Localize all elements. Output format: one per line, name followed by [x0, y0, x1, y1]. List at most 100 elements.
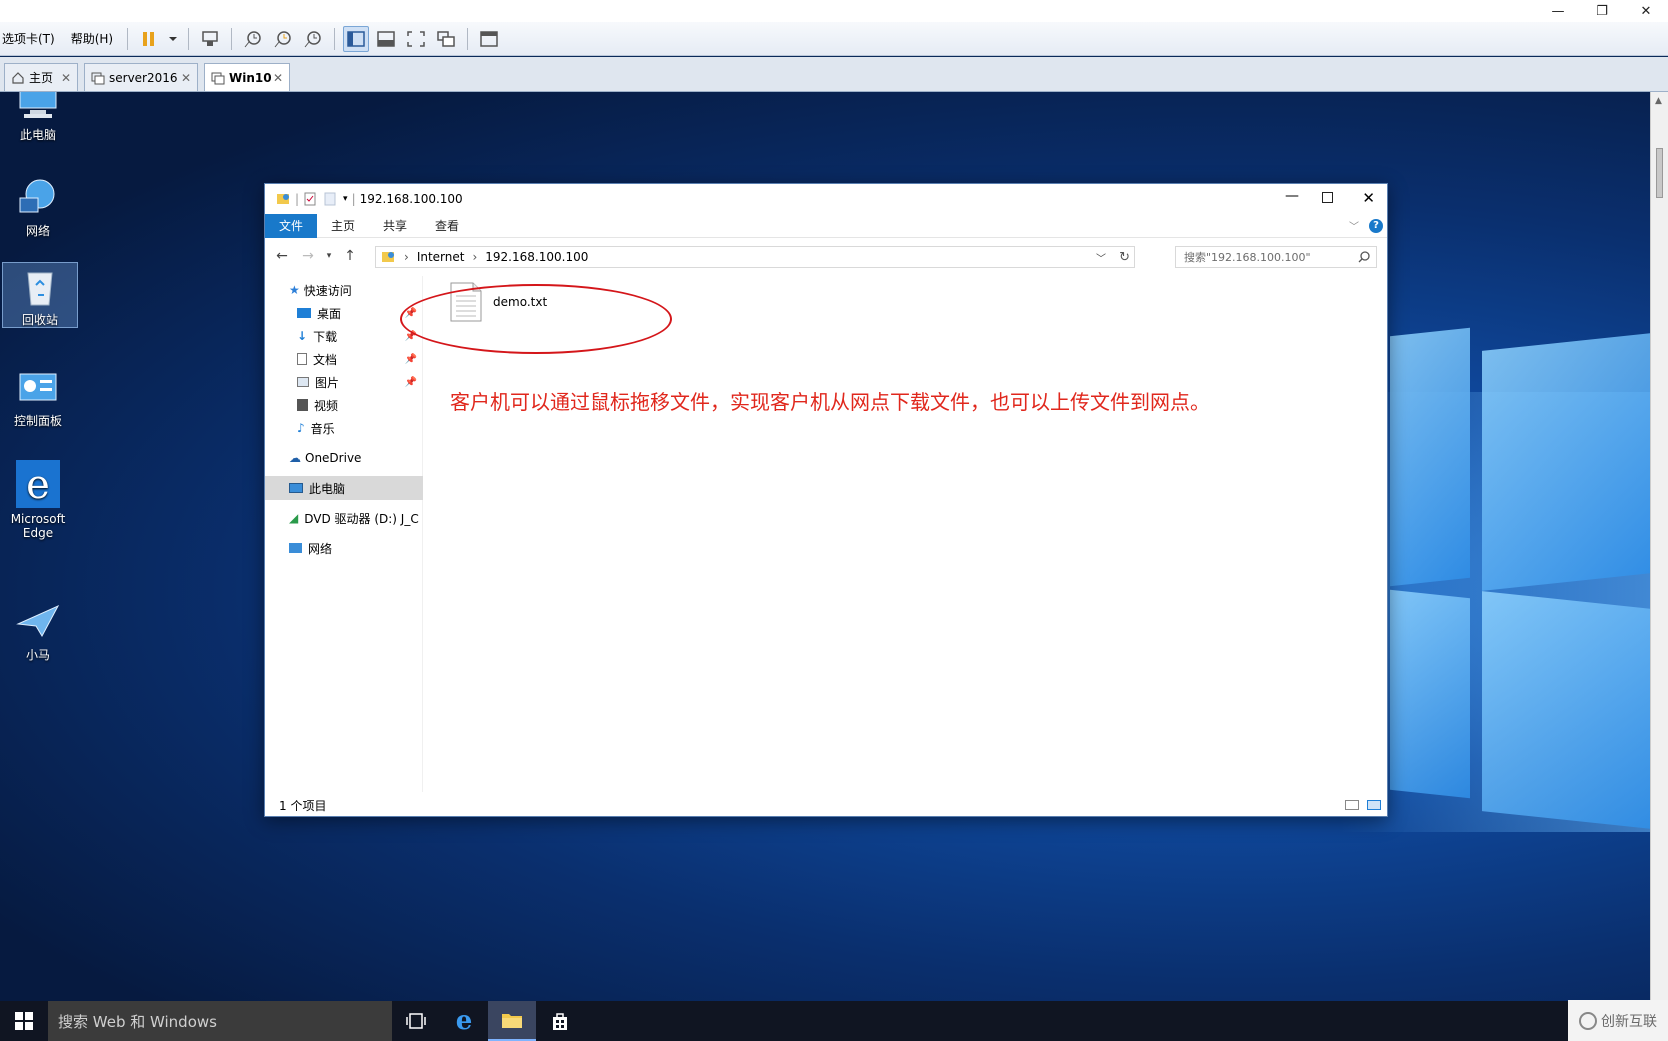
host-close-button[interactable]: ✕: [1624, 0, 1668, 22]
tab-close-icon[interactable]: ✕: [61, 71, 71, 85]
maximize-button[interactable]: [1322, 192, 1333, 203]
recent-dropdown-icon[interactable]: ▾: [321, 251, 337, 261]
scroll-thumb[interactable]: [1656, 148, 1663, 198]
desktop-icon-this-pc[interactable]: 此电脑: [0, 92, 76, 143]
search-input[interactable]: 搜索"192.168.100.100": [1175, 246, 1377, 268]
tab-close-icon[interactable]: ✕: [273, 71, 283, 85]
revert-snapshot-icon[interactable]: [270, 26, 296, 52]
snapshot-icon[interactable]: [240, 26, 266, 52]
nav-label: 文档: [313, 352, 338, 367]
paper-plane-icon: [16, 604, 60, 638]
network-icon: [19, 179, 55, 213]
address-box[interactable]: › Internet › 192.168.100.100 ﹀ ↻: [375, 246, 1135, 268]
refresh-icon[interactable]: ↻: [1119, 250, 1130, 265]
computer-icon: [19, 92, 57, 118]
large-icons-view-icon[interactable]: [1367, 800, 1381, 810]
send-keys-icon[interactable]: [197, 26, 223, 52]
taskbar-search-box[interactable]: 搜索 Web 和 Windows: [48, 1001, 392, 1041]
vm-scrollbar[interactable]: ▲: [1650, 92, 1668, 1001]
desktop-icon-label: Microsoft Edge: [10, 512, 66, 540]
desktop-icon-label: 此电脑: [19, 128, 56, 142]
download-icon: ↓: [297, 329, 308, 343]
nav-this-pc[interactable]: 此电脑: [265, 476, 423, 500]
tab-label: 主页: [29, 71, 54, 85]
unity-icon[interactable]: [433, 26, 459, 52]
desktop-icon-recycle-bin[interactable]: 回收站: [2, 262, 78, 328]
nav-desktop[interactable]: 桌面 📌: [265, 301, 423, 325]
forward-arrow-icon[interactable]: →: [295, 248, 321, 264]
scroll-up-icon[interactable]: ▲: [1655, 96, 1662, 106]
ribbon-tab-share[interactable]: 共享: [369, 214, 421, 238]
taskbar-store-button[interactable]: [536, 1001, 584, 1041]
properties-icon[interactable]: [303, 192, 317, 206]
console-view-icon[interactable]: [373, 26, 399, 52]
store-icon: [553, 1013, 567, 1030]
help-icon[interactable]: ?: [1369, 218, 1383, 233]
pin-icon[interactable]: 📌: [405, 354, 417, 365]
menu-help[interactable]: 帮助(H): [63, 30, 121, 47]
nav-dvd-drive[interactable]: ◢ DVD 驱动器 (D:) J_C: [265, 506, 423, 530]
taskbar-edge-button[interactable]: e: [440, 1001, 488, 1041]
host-minimize-button[interactable]: —: [1536, 0, 1580, 22]
folder-icon: [502, 1014, 522, 1028]
computer-icon: [289, 483, 303, 493]
nav-documents[interactable]: 文档 📌: [265, 347, 423, 371]
pin-icon[interactable]: 📌: [405, 377, 417, 388]
snapshot-manager-icon[interactable]: [300, 26, 326, 52]
minimize-button[interactable]: —: [1285, 188, 1299, 204]
nav-network[interactable]: 网络: [265, 536, 423, 560]
desktop-icon-xiaoma[interactable]: 小马: [0, 602, 76, 663]
tab-server2016[interactable]: server2016 ✕: [84, 63, 198, 91]
details-view-icon[interactable]: [1345, 800, 1359, 810]
search-icon: [1358, 251, 1370, 263]
menu-tabs[interactable]: 选项卡(T): [0, 30, 63, 47]
nav-downloads[interactable]: ↓ 下载 📌: [265, 324, 423, 348]
edge-icon: e: [455, 1006, 473, 1036]
ribbon-tab-view[interactable]: 查看: [421, 214, 473, 238]
quick-access-dropdown-icon[interactable]: ▾: [343, 194, 348, 204]
nav-videos[interactable]: 视频: [265, 393, 423, 417]
breadcrumb-internet[interactable]: Internet: [417, 250, 465, 264]
item-count: 1 个项目: [279, 798, 327, 813]
desktop-icon-network[interactable]: 网络: [0, 178, 76, 239]
pause-icon[interactable]: [136, 26, 162, 52]
fullscreen-icon[interactable]: [403, 26, 429, 52]
nav-music[interactable]: ♪ 音乐: [265, 416, 423, 440]
nav-pictures[interactable]: 图片 📌: [265, 370, 423, 394]
address-dropdown-icon[interactable]: ﹀: [1096, 250, 1106, 265]
desktop-icon-edge[interactable]: e Microsoft Edge: [0, 460, 76, 540]
nav-onedrive[interactable]: ☁ OneDrive: [265, 446, 423, 470]
network-folder-icon: [277, 194, 289, 204]
desktop-icon-control-panel[interactable]: 控制面板: [0, 368, 76, 429]
nav-label: OneDrive: [305, 451, 362, 465]
taskbar-explorer-button[interactable]: [488, 1001, 536, 1041]
edge-icon: e: [16, 460, 60, 508]
tab-win10[interactable]: Win10 ✕: [204, 63, 290, 91]
start-button[interactable]: [0, 1001, 48, 1041]
vm-tabbar: 主页 ✕ server2016 ✕ Win10 ✕: [0, 57, 1668, 92]
tab-home[interactable]: 主页 ✕: [4, 63, 78, 91]
windows-logo-icon: [15, 1012, 33, 1030]
desktop-folder-icon: [297, 308, 311, 318]
watermark-mark-icon: [1579, 1011, 1597, 1030]
chevron-down-icon[interactable]: [166, 26, 180, 52]
sidebar-view-icon[interactable]: [343, 25, 370, 52]
close-button[interactable]: ✕: [1362, 189, 1375, 207]
wallpaper-pane: [1390, 327, 1470, 587]
expand-ribbon-icon[interactable]: ﹀: [1349, 218, 1359, 233]
up-arrow-icon[interactable]: ↑: [337, 248, 363, 264]
nav-quick-access[interactable]: ★ 快速访问: [265, 278, 423, 302]
file-explorer-window[interactable]: | ▾ | 192.168.100.100 — ✕ 文件 主页 共享 查看 ﹀ …: [264, 183, 1388, 817]
back-arrow-icon[interactable]: ←: [269, 248, 295, 264]
ribbon-tab-home[interactable]: 主页: [317, 214, 369, 238]
host-restore-button[interactable]: ❐: [1580, 0, 1624, 22]
status-bar: 1 个项目: [265, 792, 1387, 818]
tab-close-icon[interactable]: ✕: [181, 71, 191, 85]
new-folder-icon[interactable]: [323, 192, 337, 206]
thumbnail-view-icon[interactable]: [476, 26, 502, 52]
desktop-icon-label: 控制面板: [13, 414, 62, 428]
nav-label: 视频: [314, 398, 339, 413]
task-view-button[interactable]: [392, 1001, 440, 1041]
ribbon-tab-file[interactable]: 文件: [265, 213, 318, 238]
breadcrumb-ip[interactable]: 192.168.100.100: [485, 250, 588, 264]
